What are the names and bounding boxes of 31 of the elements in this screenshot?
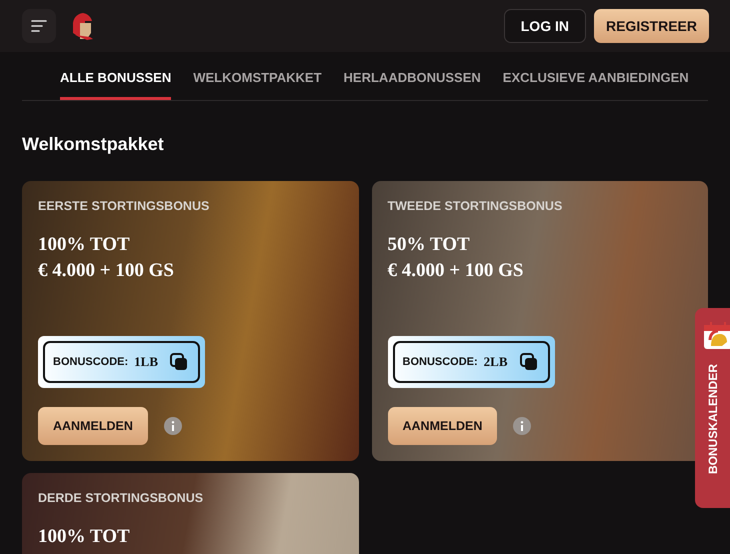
- info-icon[interactable]: [513, 417, 532, 435]
- signup-button[interactable]: AANMELDEN: [388, 407, 498, 445]
- tab[interactable]: EXCLUSIEVE AANBIEDINGEN: [502, 68, 689, 100]
- bonus-headline: 100% TOT: [38, 233, 131, 257]
- bonus-headline: 50% TOT: [388, 233, 471, 257]
- bonus-code: 2LB: [484, 354, 508, 370]
- signup-button[interactable]: AANMELDEN: [38, 407, 148, 445]
- section-title: Welkomstpakket: [22, 134, 165, 155]
- bonus-code: 1LB: [134, 354, 158, 370]
- copy-icon[interactable]: [170, 353, 188, 371]
- tab[interactable]: HERLAADBONUSSEN: [344, 68, 481, 100]
- bonus-code-field[interactable]: BONUSCODE: 2LB: [392, 341, 550, 383]
- bonus-calendar-tab[interactable]: BONUSKALENDER: [695, 308, 730, 508]
- bonus-headline: € 4.000 + 100 GS: [38, 259, 175, 283]
- card-title: DERDE STORTINGSBONUS: [38, 491, 204, 505]
- tab[interactable]: WELKOMSTPAKKET: [193, 68, 322, 100]
- login-button[interactable]: LOG IN: [504, 9, 586, 43]
- menu-icon: [31, 20, 47, 32]
- card-title: EERSTE STORTINGSBONUS: [38, 199, 210, 213]
- register-button[interactable]: REGISTREER: [594, 9, 709, 43]
- bonus-code-label: BONUSCODE:: [53, 356, 128, 368]
- info-icon[interactable]: [164, 417, 182, 435]
- bonus-code-label: BONUSCODE:: [402, 356, 478, 368]
- bonus-headline: € 4.000 + 100 GS: [388, 259, 524, 283]
- bonus-headline: 100% TOT: [38, 525, 131, 549]
- menu-button[interactable]: [22, 9, 56, 43]
- card-title: TWEEDE STORTINGSBONUS: [388, 199, 564, 213]
- calendar-helmet-icon: [702, 320, 730, 350]
- bonus-code-field[interactable]: BONUSCODE: 1LB: [43, 341, 200, 383]
- copy-icon[interactable]: [520, 353, 538, 371]
- tab[interactable]: ALLE BONUSSEN: [60, 68, 172, 100]
